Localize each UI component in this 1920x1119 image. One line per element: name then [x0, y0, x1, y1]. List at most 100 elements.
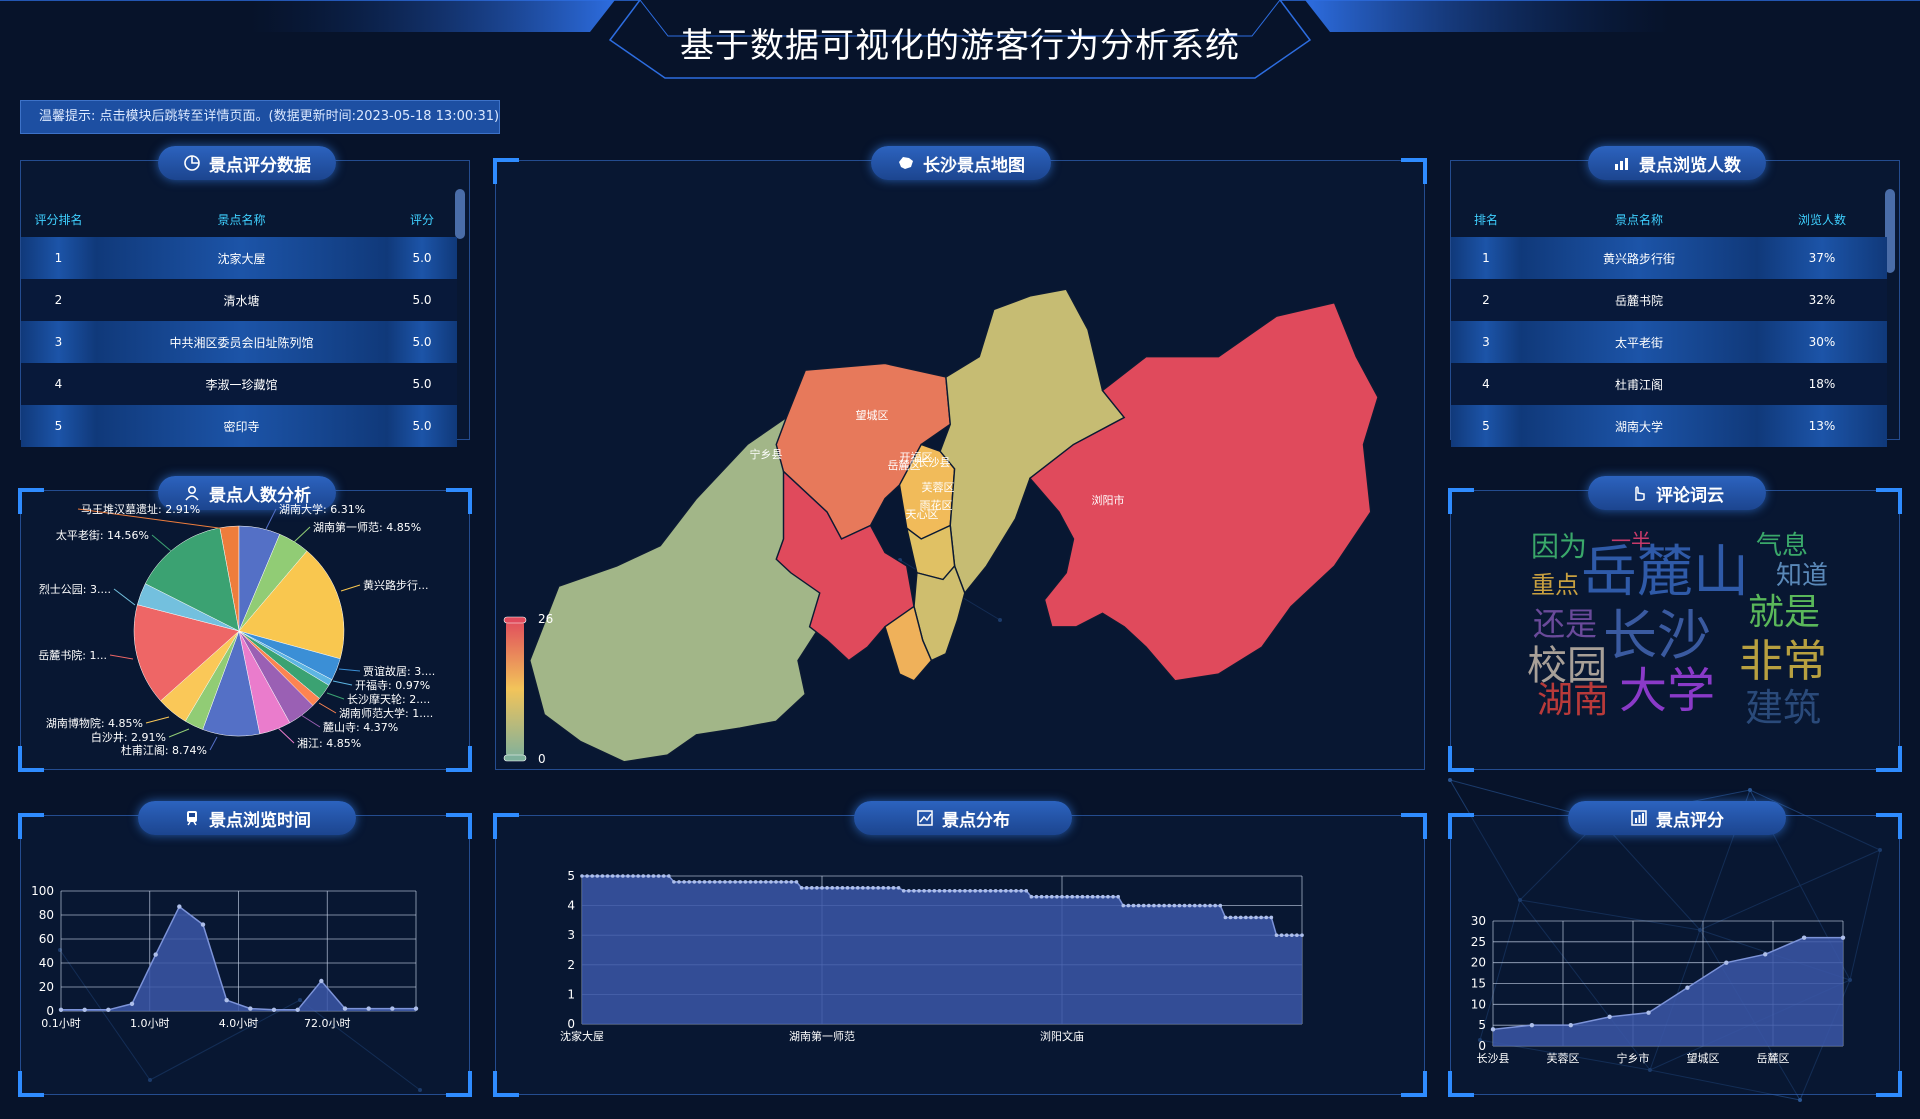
- data-point[interactable]: [866, 886, 870, 890]
- data-point[interactable]: [667, 874, 671, 878]
- data-point[interactable]: [968, 889, 972, 893]
- table-row[interactable]: 3 中共湘区委员会旧址陈列馆 5.0: [21, 321, 457, 363]
- data-point[interactable]: [271, 1007, 277, 1012]
- data-point[interactable]: [1029, 894, 1034, 899]
- data-point[interactable]: [738, 880, 743, 884]
- data-point[interactable]: [626, 874, 630, 878]
- data-point[interactable]: [661, 874, 666, 878]
- data-point[interactable]: [983, 889, 988, 893]
- data-point[interactable]: [682, 880, 686, 884]
- data-point[interactable]: [799, 886, 804, 890]
- data-point[interactable]: [1607, 1014, 1612, 1020]
- data-point[interactable]: [1198, 903, 1202, 908]
- data-point[interactable]: [712, 880, 717, 884]
- data-point[interactable]: [692, 880, 697, 884]
- data-point[interactable]: [1126, 903, 1131, 908]
- data-point[interactable]: [621, 874, 625, 878]
- data-point[interactable]: [224, 998, 229, 1003]
- data-point[interactable]: [1080, 894, 1085, 899]
- data-point[interactable]: [912, 889, 916, 893]
- data-point[interactable]: [743, 880, 748, 884]
- cloud-word[interactable]: 重点: [1531, 565, 1579, 600]
- data-point[interactable]: [1289, 933, 1294, 937]
- data-point[interactable]: [585, 874, 589, 878]
- browse-time-panel[interactable]: 景点浏览时间 0 20 40 60 80 100 0.1小时 1.0小时 4.0小时 72.0小时: [18, 801, 472, 1097]
- data-point[interactable]: [1065, 894, 1069, 899]
- data-point[interactable]: [1101, 894, 1105, 899]
- wordcloud-panel[interactable]: 评论词云 因为 一半 岳麓山 气息 知道 重点 还是 就是 长沙 校园 非常 湖南 大学 建筑: [1448, 476, 1902, 772]
- data-point[interactable]: [1568, 1022, 1573, 1028]
- data-point[interactable]: [413, 1006, 419, 1011]
- data-point[interactable]: [804, 886, 809, 890]
- data-point[interactable]: [319, 978, 324, 984]
- data-point[interactable]: [723, 880, 727, 884]
- table-row[interactable]: 2 岳麓书院 32%: [1451, 279, 1887, 321]
- data-point[interactable]: [1172, 903, 1177, 908]
- data-point[interactable]: [600, 874, 605, 878]
- data-point[interactable]: [861, 886, 865, 890]
- data-point[interactable]: [901, 889, 906, 893]
- table-row[interactable]: 5 密印寺 5.0: [21, 405, 457, 447]
- data-point[interactable]: [672, 880, 676, 884]
- data-point[interactable]: [1213, 903, 1217, 908]
- map-regions[interactable]: 宁乡县望城区开福区长沙县岳麓区芙蓉区雨花区天心区浏阳市: [528, 288, 1379, 763]
- data-point[interactable]: [774, 880, 778, 884]
- data-point[interactable]: [1279, 933, 1284, 937]
- data-point[interactable]: [1646, 1010, 1651, 1015]
- data-point[interactable]: [809, 886, 814, 890]
- visual-map-handle[interactable]: [503, 616, 527, 624]
- data-point[interactable]: [855, 886, 860, 890]
- data-point[interactable]: [1208, 903, 1212, 908]
- data-point[interactable]: [1264, 915, 1269, 920]
- data-point[interactable]: [702, 880, 707, 884]
- views-table-panel[interactable]: 景点浏览人数 排名 景点名称 浏览人数 1 黄兴路步行街 37% 2 岳麓书院 32% …: [1450, 146, 1900, 447]
- data-point[interactable]: [1152, 903, 1156, 908]
- data-point[interactable]: [1060, 894, 1064, 899]
- data-point[interactable]: [1249, 915, 1253, 920]
- data-point[interactable]: [794, 880, 799, 884]
- data-point[interactable]: [1724, 960, 1729, 965]
- data-point[interactable]: [610, 874, 615, 878]
- distribution-panel[interactable]: 景点分布 0 1 2 3 4 5 沈家大屋 湖南第一师范 浏阳文庙: [493, 801, 1427, 1097]
- cloud-word[interactable]: 大学: [1619, 651, 1715, 721]
- data-point[interactable]: [631, 874, 635, 878]
- data-point[interactable]: [1162, 903, 1166, 908]
- data-point[interactable]: [1300, 933, 1304, 937]
- data-point[interactable]: [651, 874, 656, 878]
- data-point[interactable]: [952, 889, 957, 893]
- browse-time-chart[interactable]: 0 20 40 60 80 100 0.1小时 1.0小时 4.0小时 72.0小时: [21, 816, 471, 1096]
- data-point[interactable]: [1490, 1027, 1496, 1032]
- data-point[interactable]: [748, 880, 753, 884]
- table-row[interactable]: 2 清水塘 5.0: [21, 279, 457, 321]
- data-point[interactable]: [615, 874, 620, 878]
- data-point[interactable]: [728, 880, 732, 884]
- data-point[interactable]: [835, 886, 840, 890]
- data-point[interactable]: [1034, 894, 1039, 899]
- data-point[interactable]: [1274, 933, 1279, 937]
- data-point[interactable]: [248, 1006, 253, 1011]
- data-point[interactable]: [595, 874, 600, 878]
- data-point[interactable]: [881, 886, 886, 890]
- data-point[interactable]: [758, 880, 763, 884]
- data-point[interactable]: [1136, 903, 1141, 908]
- data-point[interactable]: [871, 886, 875, 890]
- data-point[interactable]: [605, 874, 610, 878]
- data-point[interactable]: [1218, 903, 1223, 908]
- visual-map-handle[interactable]: [503, 754, 527, 762]
- data-point[interactable]: [1182, 903, 1187, 908]
- data-point[interactable]: [850, 886, 855, 890]
- data-point[interactable]: [815, 886, 819, 890]
- data-point[interactable]: [707, 880, 712, 884]
- data-point[interactable]: [1049, 894, 1054, 899]
- score-panel[interactable]: 景点评分 0 5 10 15 20 25 30 长沙县 芙蓉区 宁乡市 望城区 岳麓区: [1448, 801, 1902, 1097]
- data-point[interactable]: [1233, 915, 1238, 920]
- data-point[interactable]: [1238, 915, 1243, 920]
- visual-map-bar[interactable]: [506, 619, 524, 759]
- data-point[interactable]: [295, 1007, 300, 1012]
- table-row[interactable]: 4 李淑一珍藏馆 5.0: [21, 363, 457, 405]
- data-point[interactable]: [998, 889, 1003, 893]
- cloud-word[interactable]: 建筑: [1745, 677, 1821, 732]
- data-point[interactable]: [1244, 915, 1248, 920]
- data-point[interactable]: [1177, 903, 1182, 908]
- data-point[interactable]: [1284, 933, 1289, 937]
